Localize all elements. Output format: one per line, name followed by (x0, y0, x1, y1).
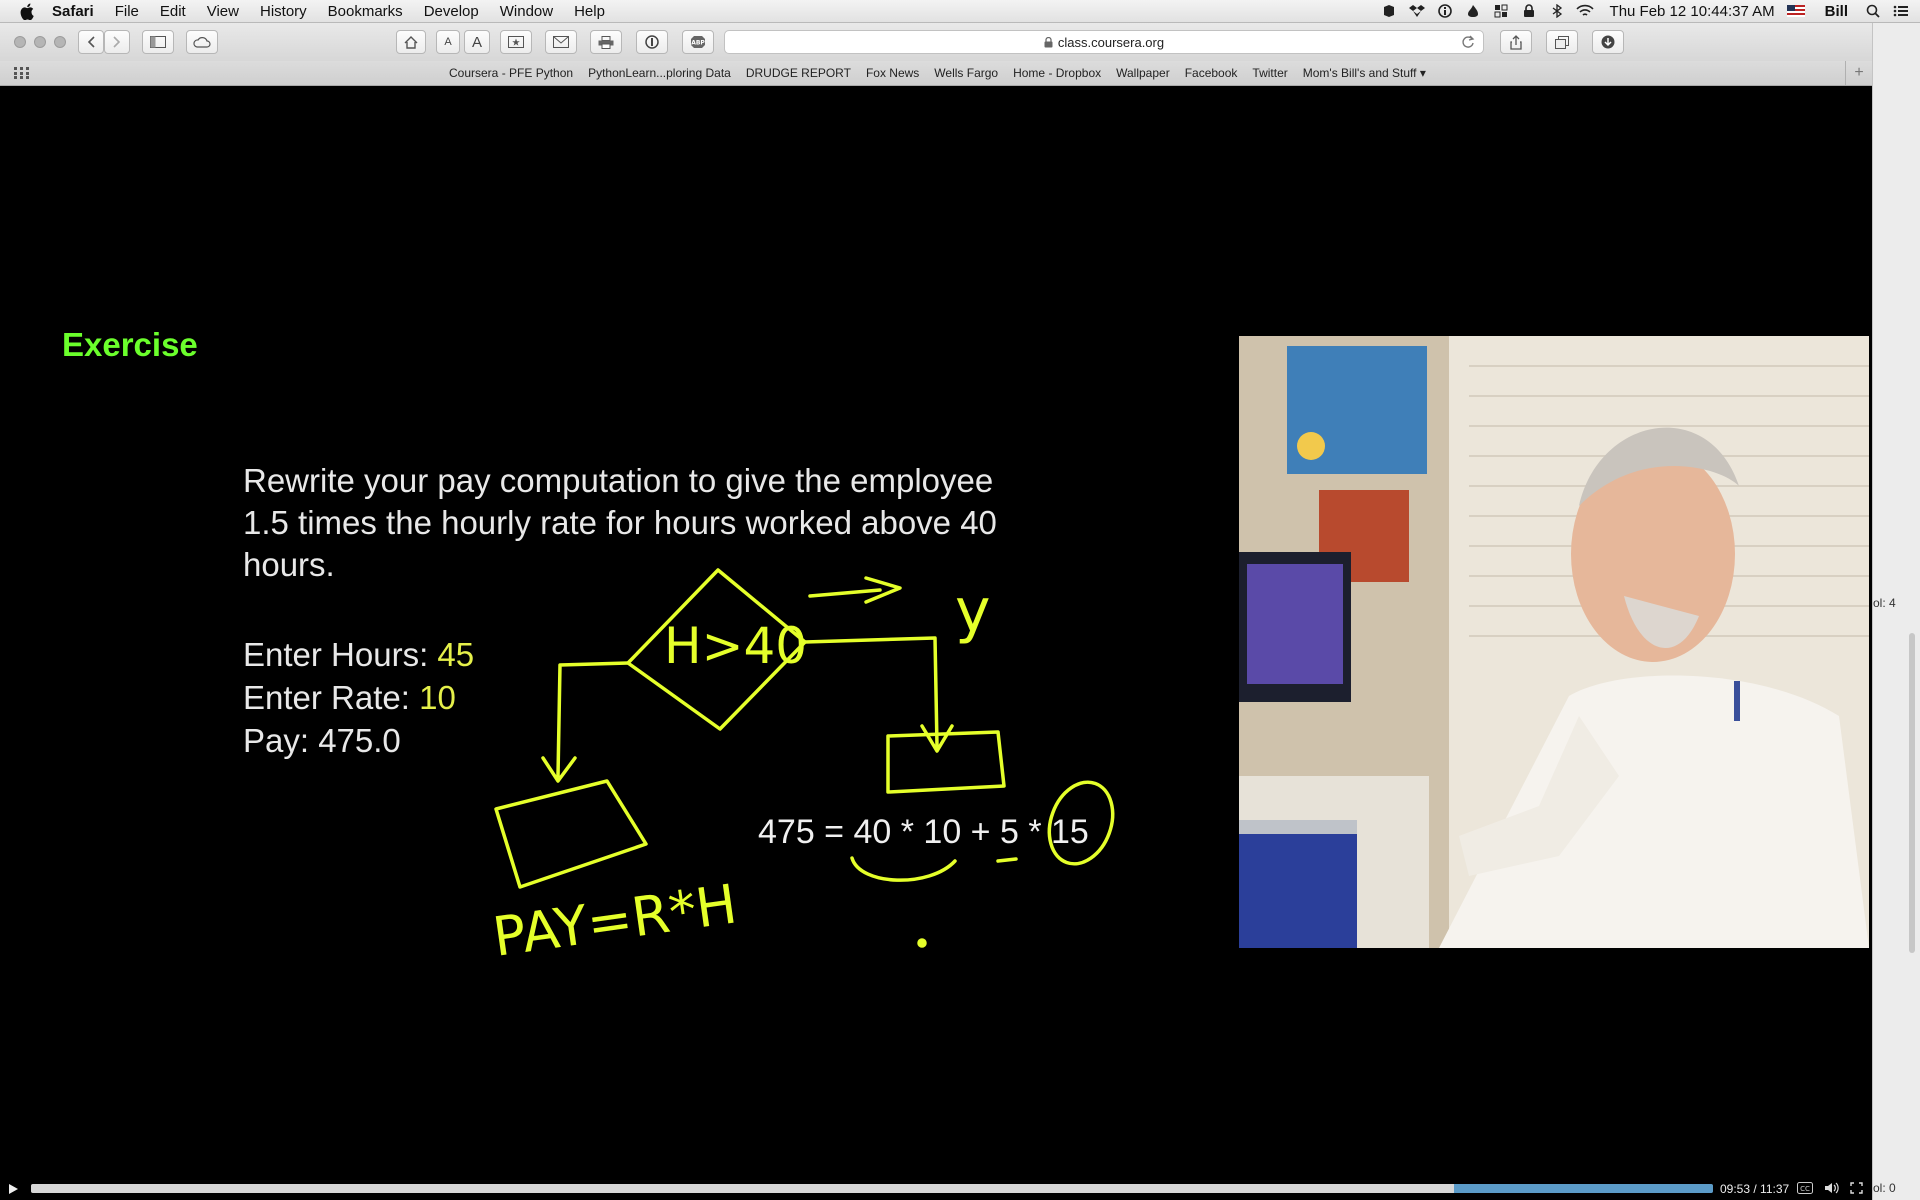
menu-view[interactable]: View (207, 3, 239, 20)
new-tab-plus-icon[interactable]: + (1845, 61, 1872, 85)
print-button[interactable] (590, 30, 622, 54)
bookmark-coursera[interactable]: Coursera - PFE Python (449, 66, 573, 80)
font-smaller-button[interactable]: A (436, 30, 460, 54)
vertical-scrollbar[interactable] (1909, 633, 1915, 953)
dropbox-icon[interactable] (1408, 3, 1426, 19)
reload-icon[interactable] (1461, 35, 1475, 52)
window-close-button[interactable] (14, 36, 26, 48)
yes-label: y (955, 576, 991, 646)
browser-toolbar: A A ABP class.coursera.org (0, 23, 1872, 61)
icloud-tabs-button[interactable] (186, 30, 218, 54)
bookmark-facebook[interactable]: Facebook (1185, 66, 1238, 80)
svg-text:ABP: ABP (691, 40, 705, 47)
bookmark-drudge-report[interactable]: DRUDGE REPORT (746, 66, 851, 80)
bookmark-wells-fargo[interactable]: Wells Fargo (934, 66, 998, 80)
bookmark-folder-moms[interactable]: Mom's Bill's and Stuff ▾ (1303, 66, 1426, 80)
menu-help[interactable]: Help (574, 3, 605, 20)
underline-curve (850, 856, 957, 882)
top-sites-grid-icon[interactable] (14, 67, 30, 82)
captions-icon[interactable]: CC (1797, 1182, 1813, 1197)
played-range (31, 1184, 1454, 1193)
volume-icon[interactable] (1824, 1182, 1840, 1197)
bookmark-dropbox[interactable]: Home - Dropbox (1013, 66, 1101, 80)
secure-lock-icon (1044, 36, 1053, 48)
right-process-box (886, 730, 1006, 794)
chevron-down-icon: ▾ (1419, 66, 1426, 80)
1password-button[interactable] (636, 30, 668, 54)
bookmark-fox-news[interactable]: Fox News (866, 66, 919, 80)
font-larger-button[interactable]: A (464, 30, 490, 54)
left-branch-arrow (541, 661, 630, 783)
flag-icon[interactable] (1786, 3, 1805, 19)
evernote-icon[interactable] (1380, 3, 1398, 19)
bookmarks-bar: Coursera - PFE Python PythonLearn...plor… (0, 61, 1872, 86)
address-bar[interactable]: class.coursera.org (724, 30, 1484, 54)
lock-icon[interactable] (1520, 3, 1538, 19)
video-progress-bar[interactable] (31, 1184, 1713, 1193)
bookmark-wallpaper[interactable]: Wallpaper (1116, 66, 1170, 80)
play-icon[interactable] (8, 1183, 20, 1195)
bluetooth-icon[interactable] (1548, 3, 1566, 19)
left-process-box (494, 779, 648, 889)
grid-icon[interactable] (1492, 3, 1510, 19)
info-icon[interactable] (1436, 3, 1454, 19)
menu-window[interactable]: Window (500, 3, 553, 20)
window-minimize-button[interactable] (34, 36, 46, 48)
buffered-range (1453, 1184, 1713, 1193)
forward-button[interactable] (104, 30, 130, 54)
video-controls: 09:53 / 11:37 CC (0, 1178, 1872, 1200)
video-time: 09:53 / 11:37 (1720, 1182, 1790, 1196)
handwriting-annotations: H>40 y PAY=R*H (489, 568, 1115, 969)
menubar-user[interactable]: Bill (1825, 3, 1848, 20)
fullscreen-icon[interactable] (1850, 1182, 1863, 1197)
menu-edit[interactable]: Edit (160, 3, 186, 20)
background-label-top: ol: 4 (1873, 596, 1896, 610)
spotlight-search-icon[interactable] (1864, 3, 1882, 19)
background-window-edge: ol: 4 ol: 0 (1872, 23, 1920, 1200)
flame-icon[interactable] (1464, 3, 1482, 19)
sidebar-toggle-button[interactable] (142, 30, 174, 54)
window-zoom-button[interactable] (54, 36, 66, 48)
svg-text:CC: CC (1800, 1185, 1810, 1193)
ink-dot (917, 938, 927, 948)
home-button[interactable] (396, 30, 426, 54)
url-text: class.coursera.org (1057, 34, 1165, 50)
mail-page-button[interactable] (545, 30, 577, 54)
bookmark-pythonlearn[interactable]: PythonLearn...ploring Data (588, 66, 731, 80)
apple-menu-icon[interactable] (18, 2, 36, 20)
underline-dash (996, 857, 1018, 863)
back-button[interactable] (78, 30, 104, 54)
menu-history[interactable]: History (260, 3, 307, 20)
circle-highlight (1047, 780, 1115, 866)
pay-formula-label: PAY=R*H (489, 872, 741, 969)
yes-arrow (808, 576, 902, 604)
webcam-inset (1239, 336, 1869, 948)
decision-label: H>40 (664, 617, 807, 675)
favorites-star-button[interactable] (500, 30, 532, 54)
menu-file[interactable]: File (115, 3, 139, 20)
menu-develop[interactable]: Develop (424, 3, 479, 20)
wifi-icon[interactable] (1575, 3, 1594, 19)
menu-bookmarks[interactable]: Bookmarks (328, 3, 403, 20)
tab-overview-button[interactable] (1546, 30, 1578, 54)
downloads-button[interactable] (1592, 30, 1624, 54)
background-label-bottom: ol: 0 (1873, 1181, 1896, 1195)
instructor-video-image (1239, 336, 1869, 948)
menubar-clock[interactable]: Thu Feb 12 10:44:37 AM (1610, 3, 1775, 20)
share-button[interactable] (1500, 30, 1532, 54)
bookmark-twitter[interactable]: Twitter (1252, 66, 1287, 80)
video-player[interactable]: Exercise Rewrite your pay computation to… (0, 86, 1872, 1178)
menu-app-safari[interactable]: Safari (52, 3, 94, 20)
bookmark-folder-label: Mom's Bill's and Stuff (1302, 66, 1417, 80)
adblock-button[interactable]: ABP (682, 30, 714, 54)
menu-bar: Safari File Edit View History Bookmarks … (0, 0, 1920, 23)
notification-center-icon[interactable] (1892, 3, 1910, 19)
